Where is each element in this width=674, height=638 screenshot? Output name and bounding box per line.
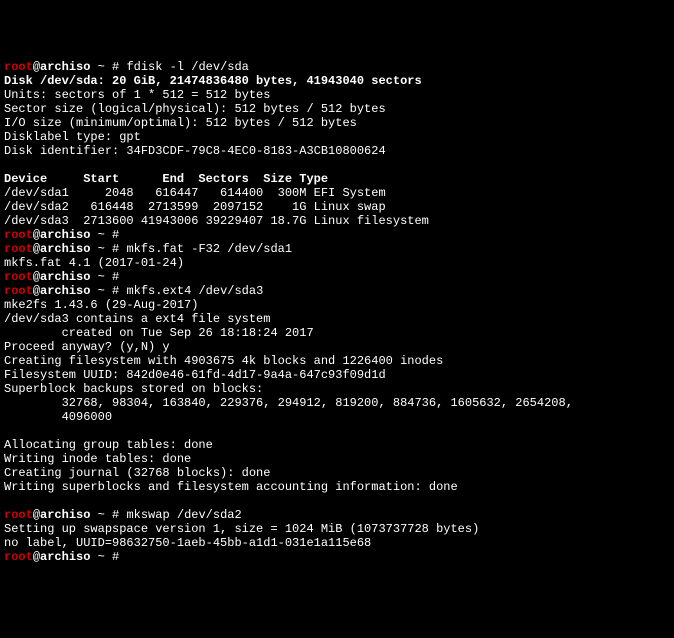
prompt-sep: ~ # [90, 508, 126, 522]
ext4-superblocks: 4096000 [4, 410, 112, 424]
fdisk-disklabel: Disklabel type: gpt [4, 130, 141, 144]
command-fdisk: fdisk -l /dev/sda [126, 60, 248, 74]
mkswap-uuid: no label, UUID=98632750-1aeb-45bb-a1d1-0… [4, 536, 371, 550]
ext4-superblocks: 32768, 98304, 163840, 229376, 294912, 81… [4, 396, 573, 410]
mkswap-setup: Setting up swapspace version 1, size = 1… [4, 522, 479, 536]
prompt-line[interactable]: root@archiso ~ # mkswap /dev/sda2 [4, 508, 242, 522]
prompt-user: root [4, 60, 33, 74]
ext4-proceed: Proceed anyway? (y,N) y [4, 340, 170, 354]
partition-row: /dev/sda1 2048 616447 614400 300M EFI Sy… [4, 186, 386, 200]
ext4-created: created on Tue Sep 26 18:18:24 2017 [4, 326, 314, 340]
ext4-creating: Creating filesystem with 4903675 4k bloc… [4, 354, 443, 368]
ext4-contains: /dev/sda3 contains a ext4 file system [4, 312, 270, 326]
prompt-sep: ~ # [90, 284, 126, 298]
ext4-writing-superblocks: Writing superblocks and filesystem accou… [4, 480, 458, 494]
fdisk-disk-line: Disk /dev/sda: 20 GiB, 21474836480 bytes… [4, 74, 422, 88]
prompt-at: @ [33, 270, 40, 284]
prompt-line[interactable]: root@archiso ~ # mkfs.fat -F32 /dev/sda1 [4, 242, 292, 256]
prompt-line[interactable]: root@archiso ~ # mkfs.ext4 /dev/sda3 [4, 284, 263, 298]
prompt-sep: ~ # [90, 228, 126, 242]
prompt-user: root [4, 270, 33, 284]
prompt-at: @ [33, 228, 40, 242]
prompt-host: archiso [40, 242, 90, 256]
prompt-at: @ [33, 242, 40, 256]
fdisk-units: Units: sectors of 1 * 512 = 512 bytes [4, 88, 270, 102]
prompt-user: root [4, 284, 33, 298]
mkfs-fat-version: mkfs.fat 4.1 (2017-01-24) [4, 256, 184, 270]
fdisk-io-size: I/O size (minimum/optimal): 512 bytes / … [4, 116, 357, 130]
prompt-host: archiso [40, 284, 90, 298]
prompt-sep: ~ # [90, 60, 126, 74]
ext4-group-tables: Allocating group tables: done [4, 438, 213, 452]
prompt-user: root [4, 550, 33, 564]
prompt-line[interactable]: root@archiso ~ # [4, 228, 126, 242]
command-mkfs-fat: mkfs.fat -F32 /dev/sda1 [126, 242, 292, 256]
ext4-inode-tables: Writing inode tables: done [4, 452, 191, 466]
prompt-host: archiso [40, 550, 90, 564]
prompt-line[interactable]: root@archiso ~ # fdisk -l /dev/sda [4, 60, 249, 74]
prompt-host: archiso [40, 270, 90, 284]
prompt-host: archiso [40, 228, 90, 242]
mke2fs-version: mke2fs 1.43.6 (29-Aug-2017) [4, 298, 198, 312]
prompt-at: @ [33, 508, 40, 522]
prompt-sep: ~ # [90, 550, 126, 564]
partition-row: /dev/sda2 616448 2713599 2097152 1G Linu… [4, 200, 386, 214]
prompt-line[interactable]: root@archiso ~ # [4, 270, 126, 284]
command-mkswap: mkswap /dev/sda2 [126, 508, 241, 522]
ext4-superblock-label: Superblock backups stored on blocks: [4, 382, 263, 396]
fdisk-sector-size: Sector size (logical/physical): 512 byte… [4, 102, 386, 116]
partition-header: Device Start End Sectors Size Type [4, 172, 328, 186]
terminal-output: root@archiso ~ # fdisk -l /dev/sda Disk … [4, 60, 670, 564]
ext4-uuid: Filesystem UUID: 842d0e46-61fd-4d17-9a4a… [4, 368, 386, 382]
prompt-host: archiso [40, 60, 90, 74]
prompt-sep: ~ # [90, 242, 126, 256]
prompt-line[interactable]: root@archiso ~ # [4, 550, 126, 564]
prompt-sep: ~ # [90, 270, 126, 284]
fdisk-identifier: Disk identifier: 34FD3CDF-79C8-4EC0-8183… [4, 144, 386, 158]
prompt-user: root [4, 228, 33, 242]
partition-row: /dev/sda3 2713600 41943006 39229407 18.7… [4, 214, 429, 228]
prompt-user: root [4, 508, 33, 522]
ext4-journal: Creating journal (32768 blocks): done [4, 466, 270, 480]
command-mkfs-ext4: mkfs.ext4 /dev/sda3 [126, 284, 263, 298]
prompt-at: @ [33, 284, 40, 298]
prompt-user: root [4, 242, 33, 256]
prompt-host: archiso [40, 508, 90, 522]
prompt-at: @ [33, 60, 40, 74]
prompt-at: @ [33, 550, 40, 564]
